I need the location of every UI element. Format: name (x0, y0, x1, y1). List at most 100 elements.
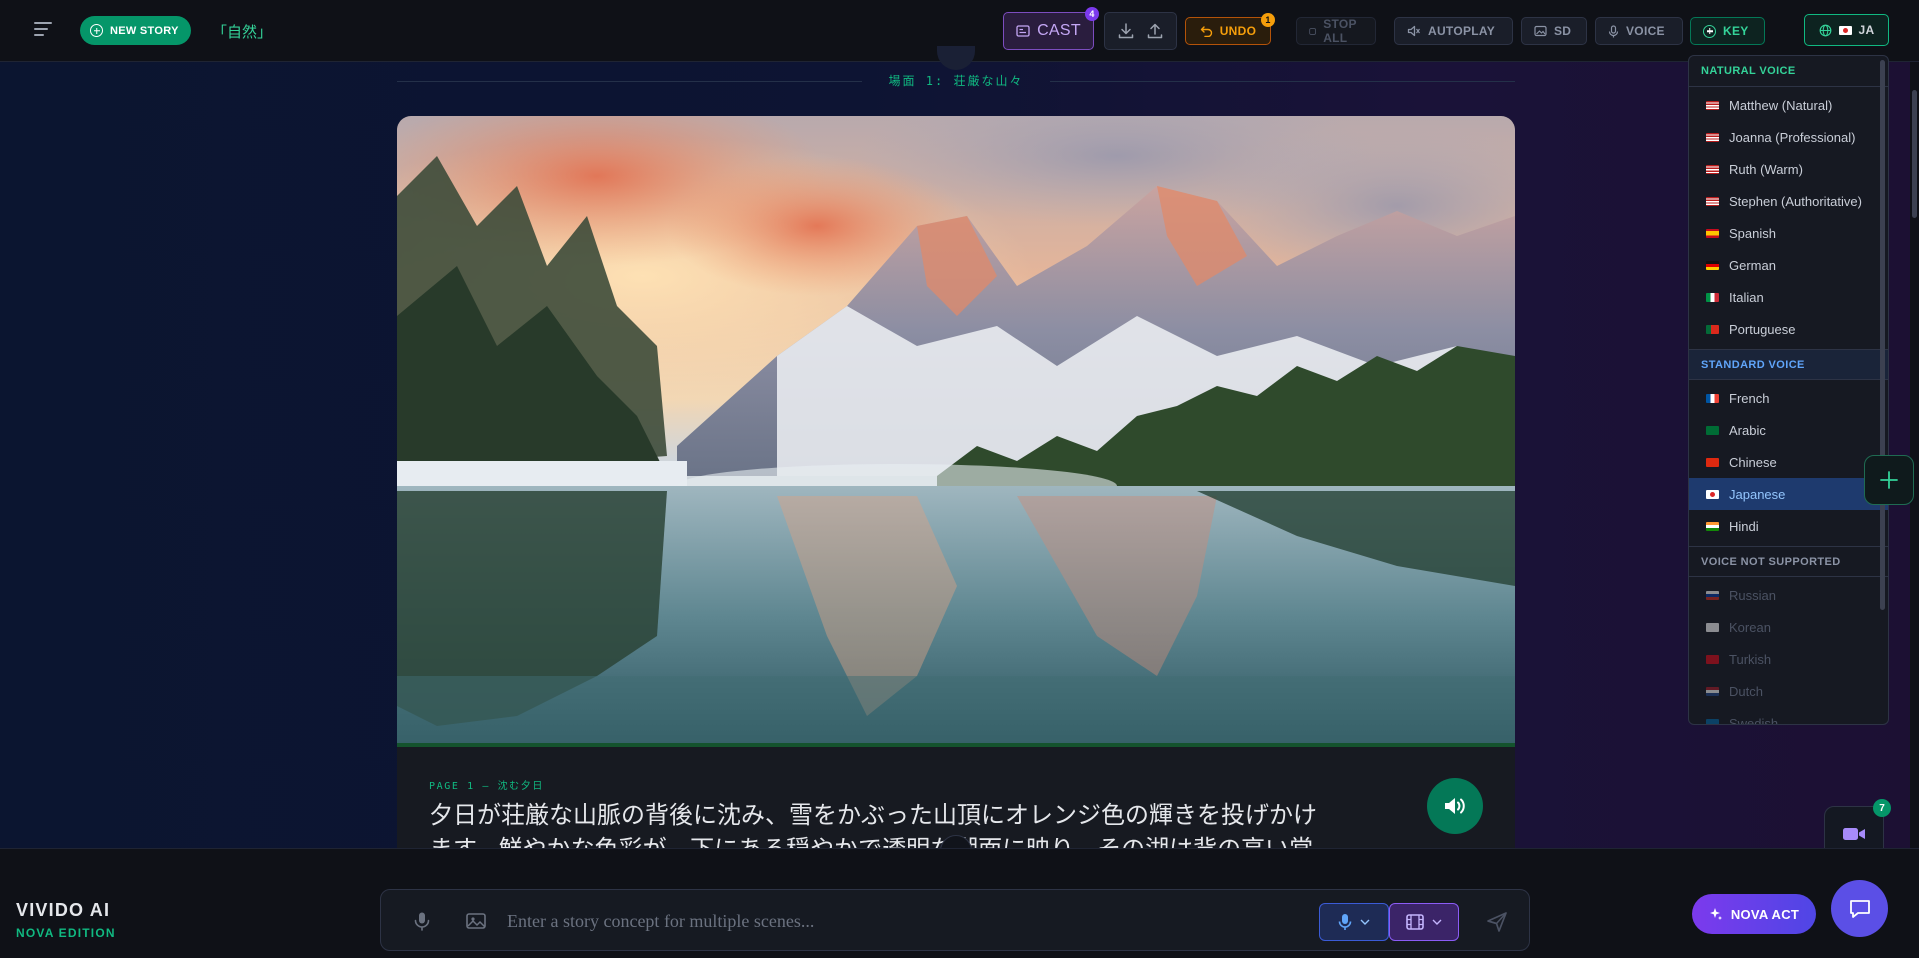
add-scene-button[interactable] (1864, 455, 1914, 505)
us-flag-icon (1706, 164, 1719, 174)
image-icon (1534, 25, 1547, 37)
language-option-label: Stephen (Authoritative) (1729, 193, 1862, 209)
dropdown-scrollbar[interactable] (1880, 60, 1885, 610)
plus-icon (1880, 471, 1898, 489)
language-option-italian[interactable]: Italian (1689, 281, 1888, 313)
api-key-button[interactable]: KEY (1690, 17, 1765, 45)
scene-card: PAGE 1 — 沈む夕日 夕日が荘厳な山脈の背後に沈み、雪をかぶった山頂にオレ… (397, 116, 1515, 848)
cast-button[interactable]: CAST 4 (1003, 7, 1099, 50)
voice-label: VOICE (1626, 24, 1665, 38)
cast-count-badge: 4 (1085, 7, 1099, 21)
language-option-label: Russian (1729, 587, 1776, 603)
language-option-label: Dutch (1729, 683, 1763, 699)
scrollbar-thumb[interactable] (1912, 90, 1917, 218)
page-scrollbar[interactable] (1910, 62, 1919, 848)
undo-button[interactable]: UNDO 1 (1185, 13, 1275, 45)
download-icon[interactable] (1116, 21, 1136, 41)
undo-count-badge: 1 (1261, 13, 1275, 27)
cast-label: CAST (1037, 22, 1081, 39)
autoplay-label: AUTOPLAY (1428, 24, 1496, 38)
language-option-matthew-natural[interactable]: Matthew (Natural) (1689, 89, 1888, 121)
language-option-stephen-authoritative[interactable]: Stephen (Authoritative) (1689, 185, 1888, 217)
chat-bubble-icon (1849, 899, 1870, 918)
microphone-icon (1608, 24, 1619, 37)
page-label: PAGE 1 — 沈む夕日 (429, 781, 544, 792)
language-option-label: Korean (1729, 619, 1771, 635)
us-flag-icon (1706, 196, 1719, 206)
new-story-button[interactable]: NEW STORY (80, 16, 191, 45)
in-flag-icon (1706, 521, 1719, 531)
image-progress-line (397, 743, 1515, 747)
story-title: 「自然」 (212, 24, 273, 41)
language-option-japanese[interactable]: Japanese (1689, 478, 1888, 510)
language-option-label: Hindi (1729, 518, 1759, 534)
language-option-label: Chinese (1729, 454, 1777, 470)
plus-circle-icon (90, 24, 103, 37)
language-option-korean: Korean (1689, 611, 1888, 643)
stop-all-button[interactable]: STOP ALL (1296, 17, 1376, 45)
language-option-label: Portuguese (1729, 321, 1796, 337)
language-option-turkish: Turkish (1689, 643, 1888, 675)
language-option-label: Italian (1729, 289, 1764, 305)
story-concept-input[interactable] (507, 906, 1287, 936)
cn-flag-icon (1706, 457, 1719, 467)
voice-button[interactable]: VOICE (1595, 17, 1683, 45)
language-option-label: Matthew (Natural) (1729, 97, 1833, 113)
language-option-german[interactable]: German (1689, 249, 1888, 281)
speaker-icon (1445, 798, 1465, 814)
upload-icon[interactable] (1145, 21, 1165, 41)
chat-button[interactable] (1831, 880, 1888, 937)
language-option-label: Ruth (Warm) (1729, 161, 1803, 177)
language-option-portuguese[interactable]: Portuguese (1689, 313, 1888, 345)
us-flag-icon (1706, 100, 1719, 110)
pt-flag-icon (1706, 324, 1719, 334)
cast-icon (1016, 25, 1030, 37)
language-dropdown: NATURAL VOICE Matthew (Natural) Joanna (P… (1688, 55, 1889, 725)
tr-flag-icon (1706, 654, 1719, 664)
language-option-ruth-warm[interactable]: Ruth (Warm) (1689, 153, 1888, 185)
menu-icon[interactable] (34, 22, 52, 38)
language-option-label: Arabic (1729, 422, 1766, 438)
it-flag-icon (1706, 292, 1719, 302)
undo-icon (1200, 26, 1212, 37)
kr-flag-icon (1706, 622, 1719, 632)
scene-title: 場面 1: 荘厳な山々 (888, 74, 1024, 88)
media-mode-dropdown[interactable] (1389, 903, 1459, 941)
send-icon[interactable] (1485, 910, 1509, 934)
language-selector[interactable]: JA (1804, 14, 1889, 46)
language-option-label: French (1729, 390, 1770, 406)
video-count-badge: 7 (1873, 799, 1891, 817)
globe-icon (1819, 24, 1831, 36)
language-option-label: Joanna (Professional) (1729, 129, 1856, 145)
nl-flag-icon (1706, 686, 1719, 696)
play-audio-button[interactable] (1427, 778, 1483, 834)
language-option-label: German (1729, 257, 1776, 273)
language-option-arabic[interactable]: Arabic (1689, 414, 1888, 446)
image-upload-icon[interactable] (465, 910, 487, 932)
autoplay-button[interactable]: AUTOPLAY (1394, 17, 1513, 45)
language-option-hindi[interactable]: Hindi (1689, 510, 1888, 542)
voice-mode-dropdown[interactable] (1319, 903, 1389, 941)
standard-voice-header: STANDARD VOICE (1689, 349, 1888, 380)
language-option-chinese[interactable]: Chinese (1689, 446, 1888, 478)
language-option-french[interactable]: French (1689, 382, 1888, 414)
brand-edition: NOVA EDITION (16, 926, 116, 940)
story-text: 夕日が荘厳な山脈の背後に沈み、雪をかぶった山頂にオレンジ色の輝きを投げかけます。… (429, 802, 1317, 848)
brand-name: VIVIDO AI (16, 900, 111, 920)
stop-icon (1309, 27, 1316, 35)
video-camera-icon (1843, 828, 1865, 840)
nova-act-button[interactable]: NOVA ACT (1692, 894, 1816, 934)
microphone-icon[interactable] (411, 910, 433, 932)
import-export-group (1104, 12, 1177, 50)
language-option-joanna-professional[interactable]: Joanna (Professional) (1689, 121, 1888, 153)
nova-act-label: NOVA ACT (1730, 906, 1800, 922)
us-flag-icon (1706, 132, 1719, 142)
se-flag-icon (1706, 718, 1719, 724)
language-option-spanish[interactable]: Spanish (1689, 217, 1888, 249)
voice-not-supported-header: VOICE NOT SUPPORTED (1689, 546, 1888, 577)
sparkle-icon (1709, 908, 1722, 920)
story-composer (380, 889, 1530, 951)
undo-label: UNDO (1219, 24, 1257, 38)
chevron-down-icon (1432, 919, 1442, 925)
sd-button[interactable]: SD (1521, 17, 1587, 45)
